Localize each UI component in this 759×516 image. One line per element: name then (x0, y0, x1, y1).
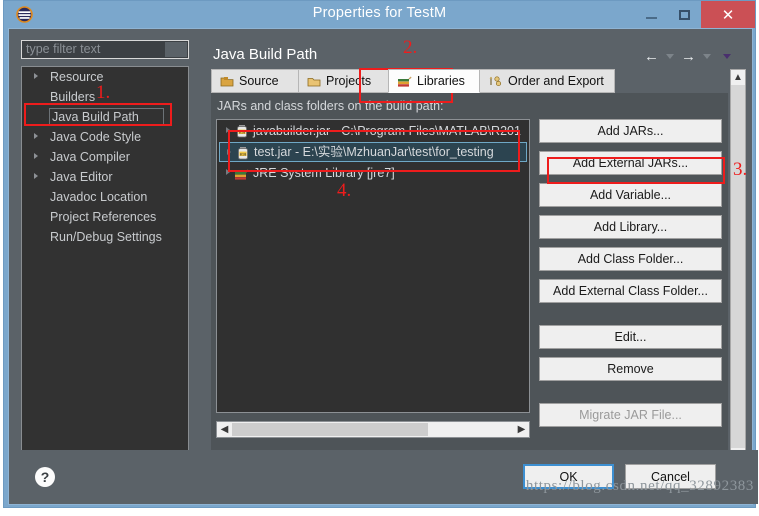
edit-button[interactable]: Edit... (539, 325, 722, 349)
tab-bar: Source Projects Libraries Order and Expo… (211, 69, 728, 94)
chevron-right-icon[interactable] (226, 169, 230, 175)
tab-label: Projects (326, 74, 372, 88)
chevron-right-icon[interactable] (226, 127, 230, 133)
sidebar-item-label: Javadoc Location (50, 190, 148, 204)
filter-clear-button[interactable] (165, 42, 187, 57)
tab-label: Libraries (417, 74, 465, 88)
add-variable-button[interactable]: Add Variable... (539, 183, 722, 207)
dialog-body: type filter text Resource Builders Java … (8, 28, 758, 505)
scrollbar-thumb[interactable] (232, 423, 428, 436)
list-item-label: javabuilder.jar - C:\Program Files\MATLA… (253, 124, 521, 138)
page-vertical-scrollbar[interactable]: ▲ ▼ (730, 69, 746, 464)
sidebar-item-java-compiler[interactable]: Java Compiler (22, 147, 188, 167)
title-bar[interactable]: Properties for TestM ✕ (4, 1, 755, 28)
sidebar-item-label: Java Build Path (49, 108, 164, 126)
tab-order-and-export[interactable]: Order and Export (479, 69, 615, 93)
maximize-icon (668, 1, 701, 28)
libraries-panel: JARs and class folders on the build path… (211, 93, 728, 464)
chevron-right-icon[interactable] (227, 149, 231, 155)
tab-source[interactable]: Source (211, 69, 299, 93)
filter-input[interactable]: type filter text (21, 40, 189, 59)
minimize-button[interactable] (635, 1, 668, 28)
projects-folder-icon (307, 77, 321, 86)
tab-projects[interactable]: Projects (298, 69, 389, 93)
svg-text:010: 010 (240, 152, 247, 156)
sidebar-item-label: Resource (50, 70, 104, 84)
scroll-left-icon[interactable]: ◀ (217, 424, 232, 435)
sidebar-item-label: Builders (50, 90, 96, 104)
sidebar-item-resource[interactable]: Resource (22, 67, 188, 87)
back-arrow-icon[interactable]: ← (644, 49, 659, 64)
forward-arrow-icon[interactable]: → (681, 49, 696, 64)
close-icon: ✕ (721, 6, 735, 24)
sidebar-item-label: Java Code Style (50, 130, 142, 144)
tab-label: Order and Export (508, 74, 604, 88)
libraries-description: JARs and class folders on the build path… (217, 99, 444, 113)
chevron-right-icon (34, 133, 38, 139)
scroll-right-icon[interactable]: ▶ (514, 424, 529, 435)
library-books-icon (234, 167, 250, 180)
jar-list[interactable]: 010 javabuilder.jar - C:\Program Files\M… (216, 119, 530, 413)
add-class-folder-button[interactable]: Add Class Folder... (539, 247, 722, 271)
screenshot-root: Properties for TestM ✕ type filter text (0, 0, 759, 516)
sidebar-item-label: Java Compiler (50, 150, 130, 164)
sidebar-item-java-build-path[interactable]: Java Build Path (22, 107, 188, 127)
sidebar-item-java-code-style[interactable]: Java Code Style (22, 127, 188, 147)
list-item[interactable]: 010 test.jar - E:\实验\MzhuanJar\test\for_… (219, 142, 527, 162)
chevron-right-icon (34, 153, 38, 159)
page-title: Java Build Path (213, 46, 318, 63)
add-jars-button[interactable]: Add JARs... (539, 119, 722, 143)
sidebar-item-label: Java Editor (50, 170, 113, 184)
properties-dialog-window: Properties for TestM ✕ type filter text (3, 0, 758, 508)
jar-icon: 010 (235, 124, 249, 138)
sidebar-item-java-editor[interactable]: Java Editor (22, 167, 188, 187)
sidebar-item-builders[interactable]: Builders (22, 87, 188, 107)
chevron-right-icon (34, 173, 38, 179)
filter-placeholder: type filter text (26, 42, 101, 56)
sidebar-item-label: Run/Debug Settings (50, 230, 162, 244)
watermark-text: https://blog.csdn.net/qq_32892383 (525, 478, 754, 494)
source-folder-icon (220, 76, 234, 86)
migrate-jar-file-button: Migrate JAR File... (539, 403, 722, 427)
order-export-icon (489, 75, 502, 86)
jar-icon: 010 (236, 146, 250, 160)
help-icon[interactable]: ? (35, 467, 55, 487)
list-item-label: JRE System Library [jre7] (253, 166, 395, 180)
minimize-icon (635, 1, 668, 28)
page-navigation: ← → (644, 46, 736, 66)
dialog-footer: ? OK Cancel https://blog.csdn.net/qq_328… (13, 450, 758, 504)
list-item-label: test.jar - E:\实验\MzhuanJar\test\for_test… (254, 145, 494, 159)
list-item[interactable]: JRE System Library [jre7] (219, 163, 527, 183)
view-menu-caret-icon[interactable] (723, 53, 731, 59)
scroll-up-icon[interactable]: ▲ (731, 70, 745, 85)
forward-dropdown-caret-icon[interactable] (703, 53, 711, 59)
libraries-books-icon (398, 76, 412, 87)
add-library-button[interactable]: Add Library... (539, 215, 722, 239)
sidebar-item-project-references[interactable]: Project References (22, 207, 188, 227)
tab-label: Source (239, 74, 279, 88)
sidebar-item-javadoc-location[interactable]: Javadoc Location (22, 187, 188, 207)
maximize-button[interactable] (668, 1, 701, 28)
add-external-jars-button[interactable]: Add External JARs... (539, 151, 722, 175)
chevron-right-icon (34, 73, 38, 79)
list-item[interactable]: 010 javabuilder.jar - C:\Program Files\M… (219, 121, 527, 141)
add-external-class-folder-button[interactable]: Add External Class Folder... (539, 279, 722, 303)
svg-text:010: 010 (239, 130, 246, 134)
settings-tree[interactable]: Resource Builders Java Build Path Java C… (21, 66, 189, 477)
sidebar-item-label: Project References (50, 210, 157, 224)
sidebar-item-run-debug-settings[interactable]: Run/Debug Settings (22, 227, 188, 247)
tab-libraries[interactable]: Libraries (388, 69, 480, 93)
close-button[interactable]: ✕ (701, 1, 755, 28)
remove-button[interactable]: Remove (539, 357, 722, 381)
jar-list-horizontal-scrollbar[interactable]: ◀ ▶ (216, 421, 530, 438)
page-content: Java Build Path ← → Source Projects Libr… (199, 33, 746, 477)
back-dropdown-caret-icon[interactable] (666, 53, 674, 59)
libraries-button-column: Add JARs... Add External JARs... Add Var… (539, 119, 722, 435)
